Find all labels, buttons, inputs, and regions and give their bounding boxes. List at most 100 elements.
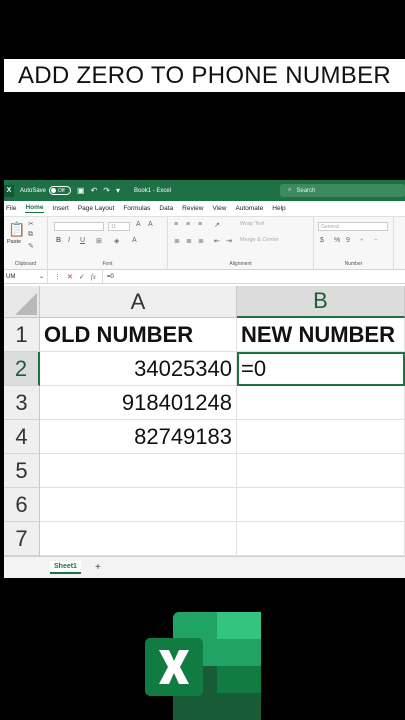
add-sheet-icon[interactable]: +: [95, 562, 101, 573]
currency-icon[interactable]: $: [320, 237, 324, 244]
italic-icon[interactable]: I: [68, 237, 70, 244]
cell-a1[interactable]: OLD NUMBER: [40, 318, 237, 352]
font-size-select[interactable]: 11: [108, 222, 130, 231]
cancel-icon[interactable]: ✕: [67, 273, 73, 281]
cell-a4[interactable]: 82749183: [40, 420, 237, 454]
cell-b6[interactable]: [237, 488, 405, 522]
format-painter-icon[interactable]: ✎: [28, 242, 34, 250]
align-top-icon[interactable]: ≡: [174, 221, 178, 228]
cell-b2-active[interactable]: =0: [237, 352, 405, 386]
video-title: ADD ZERO TO PHONE NUMBER: [17, 61, 392, 89]
align-center-icon[interactable]: ≣: [186, 237, 192, 245]
chevron-down-icon: ⌄: [38, 274, 44, 280]
font-color-icon[interactable]: A: [132, 237, 137, 244]
font-group-label: Font: [102, 261, 113, 267]
row-header[interactable]: 3: [4, 386, 40, 420]
row-header[interactable]: 5: [4, 454, 40, 488]
cell-a3[interactable]: 918401248: [40, 386, 237, 420]
more-icon: ⋮: [54, 273, 61, 281]
tab-formulas[interactable]: Formulas: [123, 205, 150, 212]
fill-color-icon[interactable]: ◈: [114, 237, 119, 245]
row-header[interactable]: 7: [4, 522, 40, 556]
align-middle-icon[interactable]: ≡: [186, 221, 190, 228]
tab-page-layout[interactable]: Page Layout: [78, 205, 115, 212]
orientation-icon[interactable]: ↗: [214, 221, 220, 229]
cell-a2[interactable]: 34025340: [40, 352, 237, 386]
formula-input[interactable]: =0: [101, 270, 114, 283]
cell-b1[interactable]: NEW NUMBER: [237, 318, 405, 352]
excel-logo-icon: [145, 612, 261, 720]
tab-insert[interactable]: Insert: [53, 205, 69, 212]
decrease-font-icon[interactable]: A: [148, 221, 153, 228]
tab-help[interactable]: Help: [272, 205, 285, 212]
align-right-icon[interactable]: ≣: [198, 237, 204, 245]
wrap-text-button[interactable]: Wrap Text: [240, 221, 265, 227]
row-header[interactable]: 2: [4, 352, 40, 386]
cell-a6[interactable]: [40, 488, 237, 522]
autosave-label: AutoSave: [20, 187, 47, 194]
align-bottom-icon[interactable]: ≡: [198, 221, 202, 228]
tab-file[interactable]: File: [6, 205, 16, 212]
comma-icon[interactable]: 9: [346, 237, 350, 244]
quick-access-toolbar: ▣ ↶ ↷ ▾: [77, 186, 120, 195]
tab-automate[interactable]: Automate: [235, 205, 263, 212]
cell-a7[interactable]: [40, 522, 237, 556]
indent-icon[interactable]: ⇤: [214, 237, 220, 245]
row-header[interactable]: 1: [4, 318, 40, 352]
redo-icon[interactable]: ↷: [103, 186, 110, 195]
customize-toolbar-icon[interactable]: ▾: [116, 186, 120, 195]
search-box[interactable]: ⌕ Search: [280, 184, 405, 197]
video-title-banner: ADD ZERO TO PHONE NUMBER: [4, 59, 405, 92]
borders-icon[interactable]: ⊞: [96, 237, 102, 245]
paste-icon[interactable]: 📋: [8, 221, 25, 238]
column-header-row: A B: [4, 286, 405, 318]
row-header[interactable]: 6: [4, 488, 40, 522]
undo-icon[interactable]: ↶: [91, 186, 98, 195]
underline-icon[interactable]: U: [80, 237, 85, 244]
name-box-value: UM: [6, 273, 16, 280]
copy-icon[interactable]: ⧉: [28, 231, 33, 239]
merge-center-button[interactable]: Merge & Center: [240, 237, 279, 243]
font-name-select[interactable]: [54, 222, 104, 231]
bold-icon[interactable]: B: [56, 237, 61, 244]
name-box[interactable]: UM ⌄: [4, 270, 48, 283]
row-header[interactable]: 4: [4, 420, 40, 454]
tab-review[interactable]: Review: [182, 205, 203, 212]
autosave-state: Off: [58, 187, 65, 194]
table-row: 6: [4, 488, 405, 522]
formula-bar: UM ⌄ ⋮ ✕ ✓ fx =0: [4, 270, 405, 284]
tab-home[interactable]: Home: [25, 204, 44, 213]
sheet-tab-sheet1[interactable]: Sheet1: [50, 561, 81, 574]
spreadsheet-grid: A B 1 OLD NUMBER NEW NUMBER 2 34025340 =…: [4, 286, 405, 556]
cell-b4[interactable]: [237, 420, 405, 454]
tab-data[interactable]: Data: [159, 205, 173, 212]
table-row: 7: [4, 522, 405, 556]
table-row: 4 82749183: [4, 420, 405, 454]
cell-b3[interactable]: [237, 386, 405, 420]
cell-a5[interactable]: [40, 454, 237, 488]
paste-label[interactable]: Paste: [7, 239, 21, 245]
alignment-group: ≡ ≡ ≡ ↗ Wrap Text ≣ ≣ ≣ ⇤ ⇥ Merge & Cent…: [168, 217, 314, 270]
column-header-a[interactable]: A: [40, 286, 237, 318]
cut-icon[interactable]: ✂: [28, 220, 34, 228]
ribbon: 📋 Paste ✂ ⧉ ✎ Clipboard 11 A A B I U ⊞ ◈…: [4, 217, 405, 270]
select-all-button[interactable]: [4, 286, 40, 318]
increase-font-icon[interactable]: A: [136, 221, 141, 228]
save-icon[interactable]: ▣: [77, 186, 85, 195]
cell-b7[interactable]: [237, 522, 405, 556]
excel-window: X AutoSave Off ▣ ↶ ↷ ▾ Book1 - Excel ⌕ S…: [4, 180, 405, 578]
autosave-toggle[interactable]: Off: [49, 186, 72, 195]
align-left-icon[interactable]: ≣: [174, 237, 180, 245]
number-format-select[interactable]: General: [318, 222, 388, 231]
percent-icon[interactable]: %: [334, 237, 340, 244]
column-header-b[interactable]: B: [237, 286, 405, 318]
outdent-icon[interactable]: ⇥: [226, 237, 232, 245]
decrease-decimal-icon[interactable]: ⁻: [374, 237, 378, 245]
insert-function-icon[interactable]: fx: [91, 273, 96, 281]
search-placeholder: Search: [296, 187, 316, 194]
title-bar: X AutoSave Off ▣ ↶ ↷ ▾ Book1 - Excel ⌕ S…: [4, 180, 405, 201]
increase-decimal-icon[interactable]: ⁺: [360, 237, 364, 245]
tab-view[interactable]: View: [212, 205, 226, 212]
enter-icon[interactable]: ✓: [79, 273, 85, 281]
cell-b5[interactable]: [237, 454, 405, 488]
